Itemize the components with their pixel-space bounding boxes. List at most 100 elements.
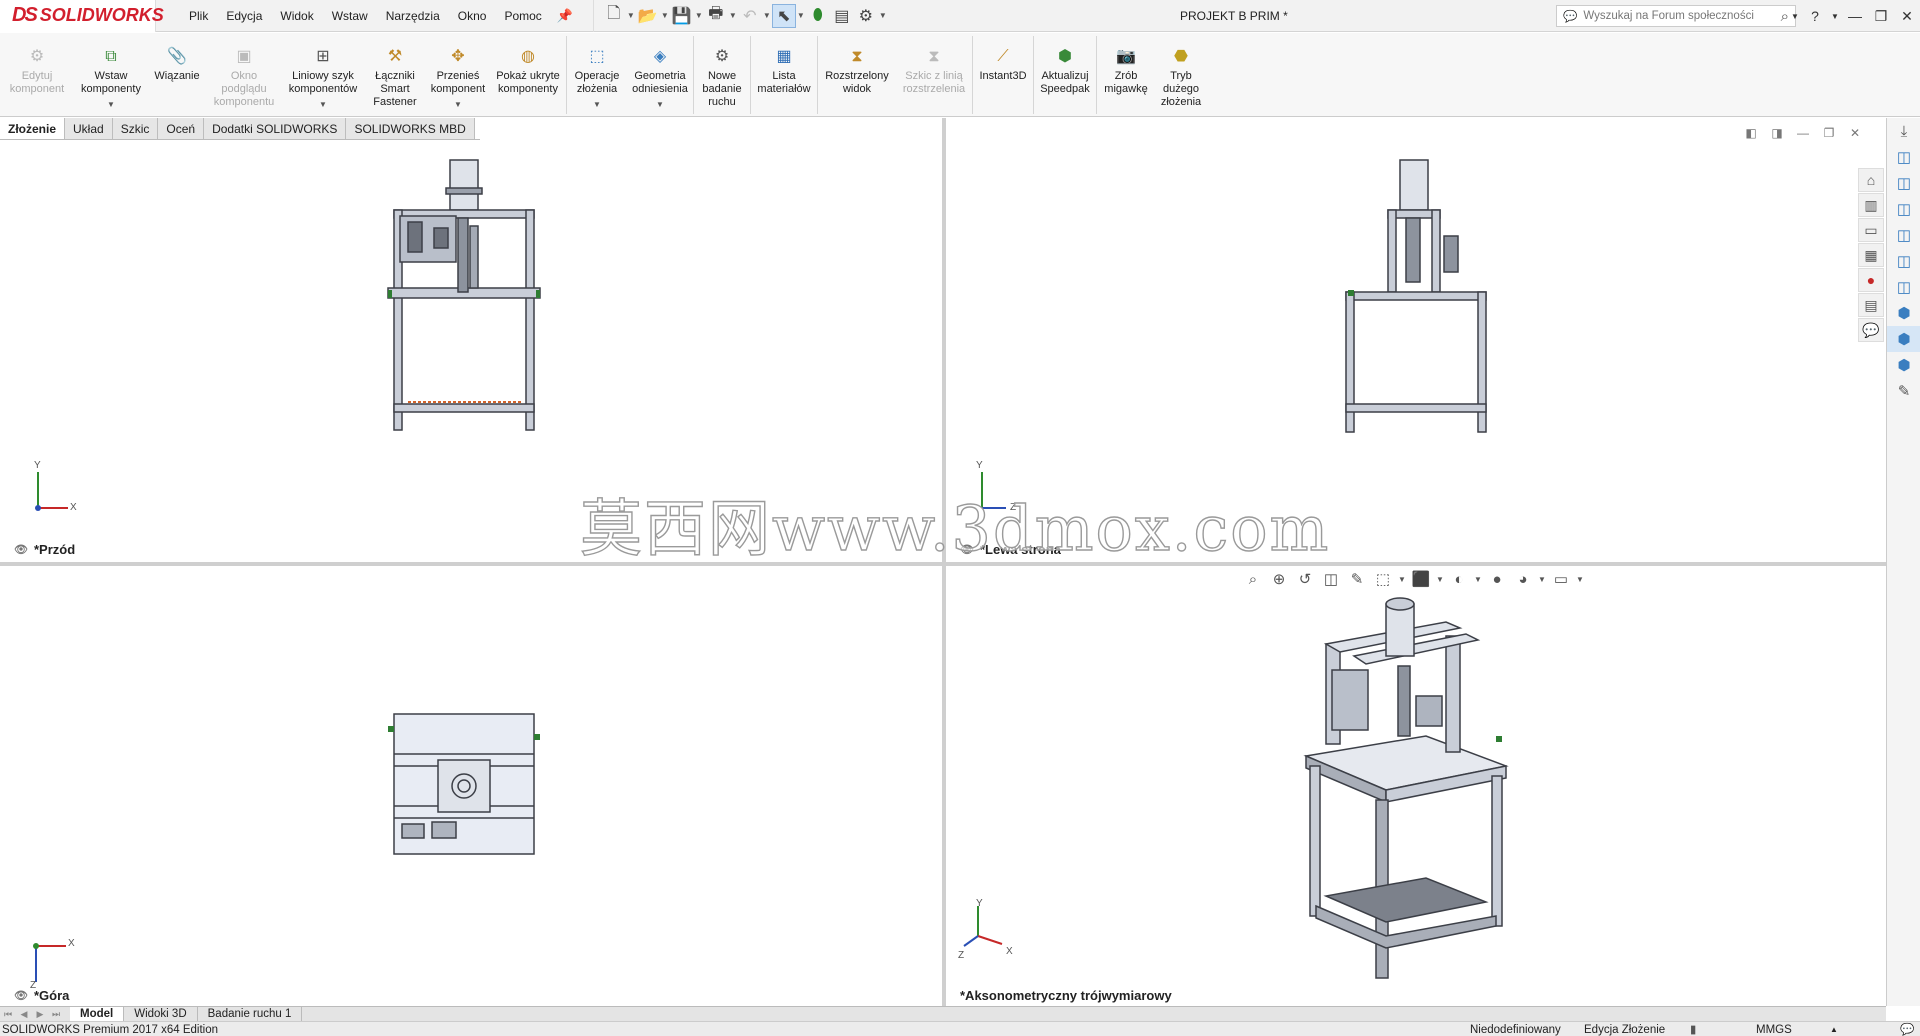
previous-view-icon[interactable]: ↺ (1292, 570, 1318, 588)
tab-layout[interactable]: Układ (65, 118, 113, 139)
chat-icon[interactable]: 💬 (1900, 1023, 1914, 1036)
display-style-icon[interactable]: ⬛ (1408, 570, 1434, 588)
reference-geometry-dropdown[interactable]: ▼ (656, 98, 664, 111)
tab-motion-study[interactable]: Badanie ruchu 1 (198, 1006, 303, 1022)
linear-pattern-dropdown[interactable]: ▼ (319, 98, 327, 111)
units-status[interactable]: MMGS (1756, 1023, 1792, 1036)
move-component-dropdown[interactable]: ▼ (454, 98, 462, 111)
edit-appearance-icon[interactable]: ● (1484, 571, 1510, 588)
new-document-icon[interactable]: 🗋 (602, 4, 626, 28)
viewport-vertical-splitter[interactable] (942, 118, 946, 1006)
pin-menu-icon[interactable]: 📌 (555, 8, 575, 24)
undo-dropdown[interactable]: ▼ (762, 11, 772, 20)
community-search-input[interactable]: 💬 Wyszukaj na Forum społeczności ⌕ (1556, 5, 1796, 27)
update-speedpak-button[interactable]: ⬢ Aktualizuj Speedpak (1034, 33, 1096, 117)
viewport-link-right-icon[interactable]: ◨ (1764, 126, 1790, 140)
design-library-icon[interactable]: ▥ (1858, 193, 1884, 217)
viewport-minimize-icon[interactable]: — (1790, 126, 1816, 140)
pencil-icon[interactable]: ✎ (1887, 378, 1920, 404)
tab-mbd[interactable]: SOLIDWORKS MBD (346, 118, 475, 139)
appearances-icon[interactable]: ● (1858, 268, 1884, 292)
solidworks-logo[interactable]: DS SOLIDWORKS (0, 0, 164, 32)
minimize-icon[interactable]: — (1842, 8, 1868, 24)
help-icon[interactable]: ? (1802, 8, 1828, 24)
assembly-features-dropdown[interactable]: ▼ (593, 98, 601, 111)
view-orientation-dropdown[interactable]: ▼ (1396, 575, 1408, 584)
help-dropdown-icon[interactable]: ▼ (1828, 12, 1842, 21)
viewport-front[interactable]: Y X 👁 *Przód (0, 118, 942, 562)
assembly-features-button[interactable]: ⬚ Operacje złożenia ▼ (567, 33, 627, 117)
apply-scene-dropdown[interactable]: ▼ (1536, 575, 1548, 584)
apply-scene-icon[interactable]: ◕ (1510, 571, 1536, 588)
viewport-link-left-icon[interactable]: ◧ (1738, 126, 1764, 140)
show-hidden-button[interactable]: ◍ Pokaż ukryte komponenty (490, 33, 566, 117)
pin-taskpane-icon[interactable]: ⤓ (1887, 118, 1920, 144)
tab-assembly[interactable]: Złożenie (0, 118, 66, 139)
save-icon[interactable]: 💾 (670, 4, 694, 28)
select-dropdown[interactable]: ▼ (796, 11, 806, 20)
tab-model[interactable]: Model (70, 1006, 125, 1022)
smart-fasteners-button[interactable]: ⚒ Łączniki Smart Fastener (364, 33, 426, 117)
viewport-isometric[interactable]: ⌕ ⊕ ↺ ◫ ✎ ⬚ ▼ ⬛ ▼ ◐ ▼ ● ◕ ▼ ▭ ▼ Y X Z *A… (946, 566, 1886, 1006)
select-cursor-icon[interactable]: ⬉ (771, 3, 796, 28)
view-orientation-icon[interactable]: ⬚ (1370, 570, 1396, 588)
dynamic-annotation-icon[interactable]: ✎ (1344, 570, 1370, 588)
tab-sketch[interactable]: Szkic (112, 118, 159, 139)
bill-of-materials-button[interactable]: ▦ Lista materiałów (751, 33, 817, 117)
viewport-left[interactable]: ◧ ◨ — ❐ ✕ Y Z 👁 *Lewa strona (946, 118, 1886, 562)
tab-3d-views[interactable]: Widoki 3D (124, 1006, 198, 1022)
prev-tab-icon[interactable]: ◀ (16, 1009, 32, 1020)
hide-show-dropdown[interactable]: ▼ (1472, 575, 1484, 584)
bottom-view-cube-icon[interactable]: ◫ (1887, 274, 1920, 300)
right-view-cube-icon[interactable]: ◫ (1887, 222, 1920, 248)
print-dropdown[interactable]: ▼ (728, 11, 738, 20)
section-view-icon[interactable]: ◫ (1318, 570, 1344, 588)
exploded-view-button[interactable]: ⧗ Rozstrzelony widok (818, 33, 896, 117)
options-gear-icon[interactable]: ⚙ (854, 4, 878, 28)
menu-window[interactable]: Okno (449, 0, 496, 32)
zoom-to-area-icon[interactable]: ⊕ (1266, 570, 1292, 588)
rebuild-icon[interactable]: ⬮ (806, 4, 830, 28)
large-assembly-mode-button[interactable]: ⬣ Tryb dużego złożenia (1155, 33, 1207, 117)
file-properties-icon[interactable]: ▤ (830, 4, 854, 28)
menu-file[interactable]: Plik (180, 0, 217, 32)
custom-properties-icon[interactable]: ▤ (1858, 293, 1884, 317)
viewport-close-icon[interactable]: ✕ (1842, 126, 1868, 140)
explode-line-sketch-button[interactable]: ⧗ Szkic z linią rozstrzelenia (896, 33, 972, 117)
reference-geometry-button[interactable]: ◈ Geometria odniesienia ▼ (627, 33, 693, 117)
move-component-button[interactable]: ✥ Przenieś komponent ▼ (426, 33, 490, 117)
new-dropdown[interactable]: ▼ (626, 11, 636, 20)
menu-view[interactable]: Widok (271, 0, 322, 32)
viewport-restore-icon[interactable]: ❐ (1816, 126, 1842, 140)
home-icon[interactable]: ⌂ (1858, 168, 1884, 192)
open-dropdown[interactable]: ▼ (660, 11, 670, 20)
save-dropdown[interactable]: ▼ (694, 11, 704, 20)
tab-evaluate[interactable]: Oceń (158, 118, 205, 139)
isometric-view-cube-icon[interactable]: ⬢ (1887, 300, 1920, 326)
view-settings-icon[interactable]: ▭ (1548, 570, 1574, 588)
menu-insert[interactable]: Wstaw (323, 0, 377, 32)
units-dropdown-icon[interactable]: ▲ (1830, 1023, 1838, 1036)
take-snapshot-button[interactable]: 📷 Zrób migawkę (1097, 33, 1155, 117)
trimetric-view-cube-icon[interactable]: ⬢ (1887, 326, 1920, 352)
tab-addins[interactable]: Dodatki SOLIDWORKS (204, 118, 347, 139)
hide-show-items-icon[interactable]: ◐ (1446, 571, 1472, 588)
first-tab-icon[interactable]: ⏮ (0, 1009, 16, 1020)
instant3d-button[interactable]: ⟋ Instant3D (973, 33, 1033, 117)
close-icon[interactable]: ✕ (1894, 8, 1920, 25)
top-view-cube-icon[interactable]: ◫ (1887, 248, 1920, 274)
insert-components-button[interactable]: ⧉ Wstaw komponenty ▼ (74, 33, 148, 117)
menu-tools[interactable]: Narzędzia (377, 0, 449, 32)
new-motion-study-button[interactable]: ⚙ Nowe badanie ruchu (694, 33, 750, 117)
restore-icon[interactable]: ❐ (1868, 8, 1894, 25)
print-icon[interactable]: 🖶 (704, 4, 728, 28)
zoom-to-fit-icon[interactable]: ⌕ (1240, 571, 1266, 588)
menu-help[interactable]: Pomoc (495, 0, 550, 32)
viewport-top[interactable]: X Z 👁 *Góra (0, 566, 942, 1006)
view-settings-dropdown[interactable]: ▼ (1574, 575, 1586, 584)
menu-edit[interactable]: Edycja (217, 0, 271, 32)
front-view-cube-icon[interactable]: ◫ (1887, 144, 1920, 170)
display-style-dropdown[interactable]: ▼ (1434, 575, 1446, 584)
rebuild-status-icon[interactable]: ▮ (1690, 1023, 1696, 1036)
last-tab-icon[interactable]: ⏭ (48, 1009, 64, 1020)
